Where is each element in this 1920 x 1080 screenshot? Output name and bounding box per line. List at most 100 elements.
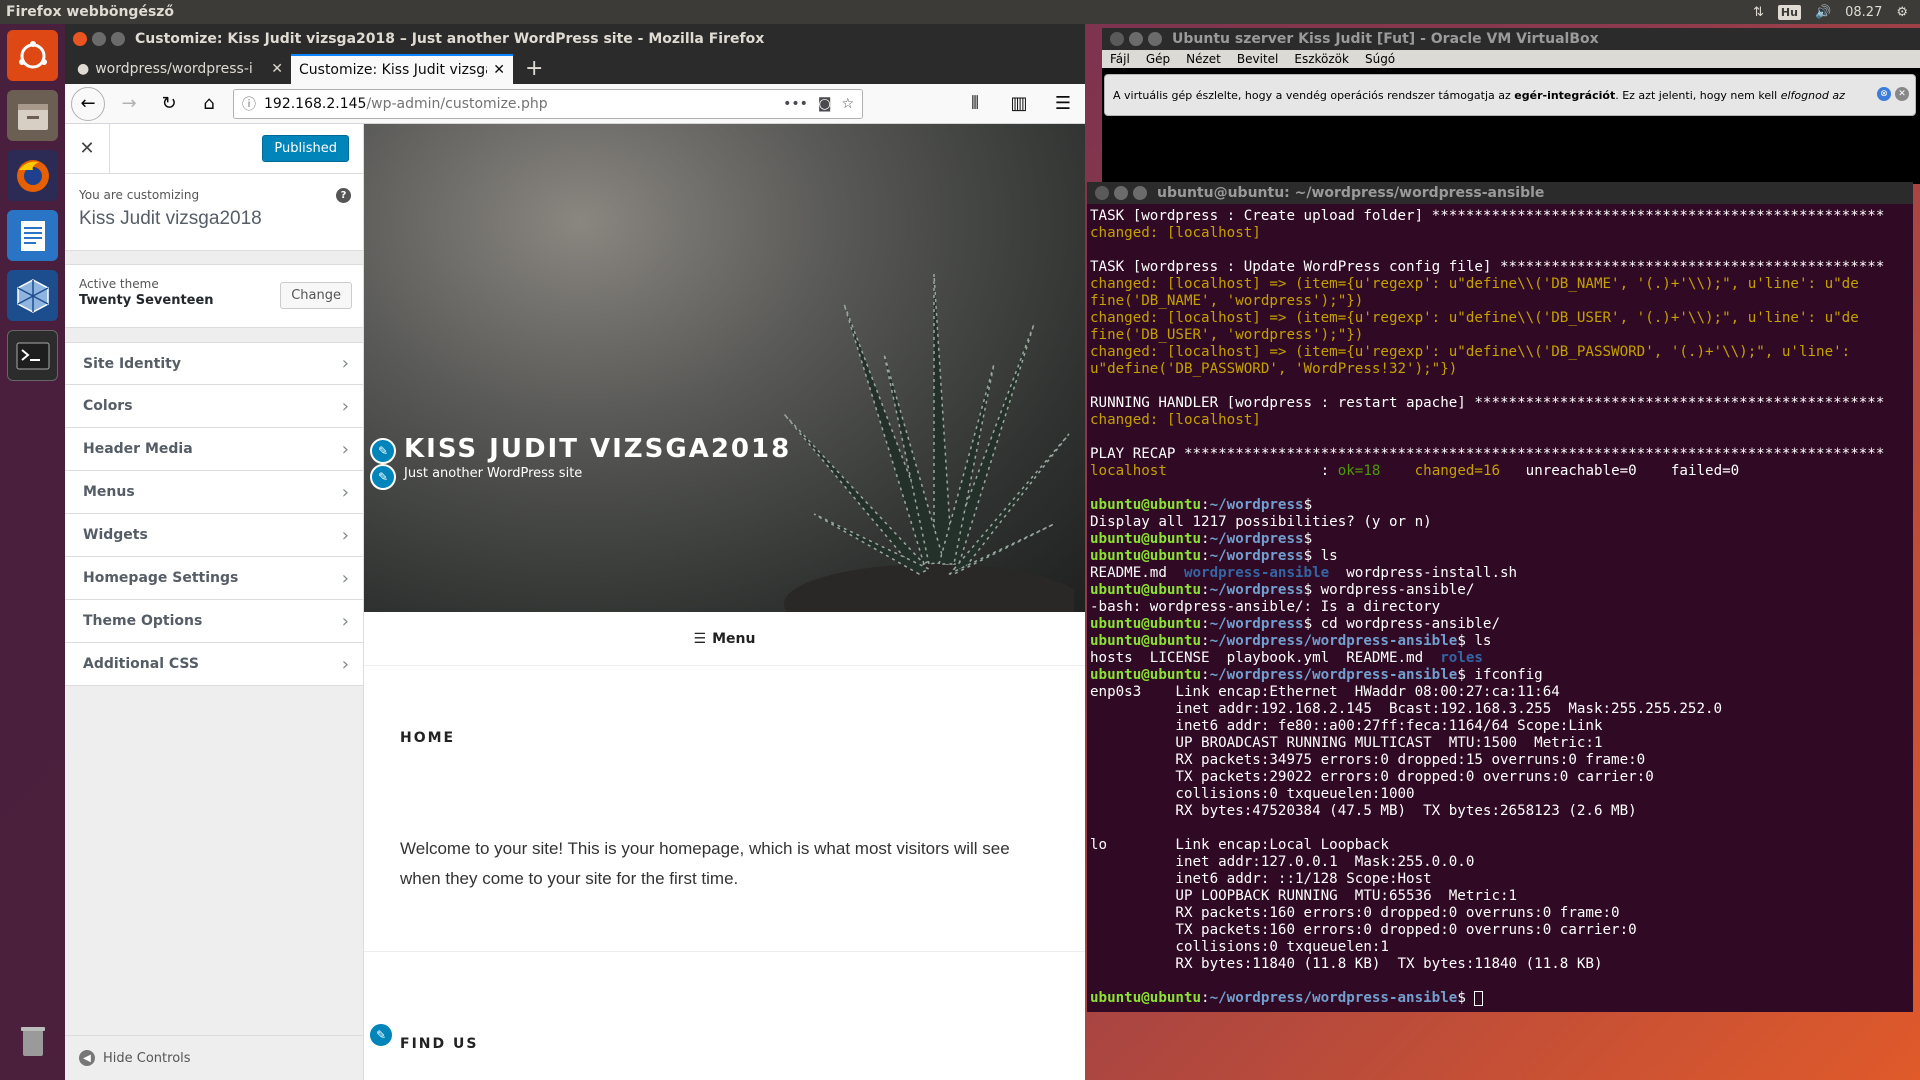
menu-machine[interactable]: Gép: [1146, 52, 1170, 66]
notice-close-icon[interactable]: ✕: [1895, 87, 1909, 101]
close-window-button[interactable]: [1110, 32, 1124, 46]
terminal-line: RX packets:34975 errors:0 dropped:15 ove…: [1090, 752, 1910, 769]
tab-github[interactable]: ● wordpress/wordpress-i ✕: [69, 54, 291, 84]
terminal-line: RX packets:160 errors:0 dropped:0 overru…: [1090, 905, 1910, 922]
close-tab-icon[interactable]: ✕: [493, 62, 505, 78]
terminal-line: u"define('DB_PASSWORD', 'WordPress!32');…: [1090, 361, 1910, 378]
terminal-line: RX bytes:11840 (11.8 KB) TX bytes:11840 …: [1090, 956, 1910, 973]
trash-icon[interactable]: [7, 1014, 58, 1065]
active-theme-panel: Active theme Twenty Seventeen Change: [65, 264, 363, 328]
firefox-titlebar[interactable]: Customize: Kiss Judit vizsga2018 – Just …: [65, 24, 1085, 54]
files-icon[interactable]: [7, 90, 58, 141]
section-label: Colors: [83, 398, 133, 414]
menu-toggle[interactable]: ☰ Menu: [364, 612, 1085, 666]
url-bar[interactable]: ⓘ 192.168.2.145/wp-admin/customize.php •…: [233, 88, 863, 119]
firefox-icon[interactable]: [7, 150, 58, 201]
ubuntu-dash-icon[interactable]: [7, 30, 58, 81]
close-customizer-icon[interactable]: ✕: [65, 123, 110, 174]
window-title: ubuntu@ubuntu: ~/wordpress/wordpress-ans…: [1157, 185, 1545, 201]
minimize-window-button[interactable]: [1129, 32, 1143, 46]
keyboard-layout-indicator[interactable]: Hu: [1777, 4, 1801, 20]
terminal-text: $: [1303, 531, 1313, 547]
home-title: HOME: [400, 730, 456, 746]
section-homepage-settings[interactable]: Homepage Settings ›: [65, 557, 363, 600]
chevron-right-icon: ›: [341, 438, 349, 460]
chevron-right-icon: ›: [341, 567, 349, 589]
edit-title-pencil-icon[interactable]: ✎: [370, 438, 396, 464]
terminal-icon[interactable]: [7, 330, 58, 381]
terminal-text: changed=16: [1414, 463, 1501, 479]
terminal-text: :: [1166, 463, 1338, 479]
section-colors[interactable]: Colors ›: [65, 385, 363, 428]
close-window-button[interactable]: [1095, 186, 1109, 200]
maximize-window-button[interactable]: [1133, 186, 1147, 200]
close-tab-icon[interactable]: ✕: [271, 61, 283, 77]
minimize-window-button[interactable]: [1114, 186, 1128, 200]
bookmark-star-icon[interactable]: ☆: [841, 96, 854, 112]
terminal-line: lo Link encap:Local Loopback: [1090, 837, 1910, 854]
home-text: Welcome to your site! This is your homep…: [400, 839, 1010, 888]
edit-section-pencil-icon[interactable]: ✎: [368, 1022, 394, 1048]
menu-devices[interactable]: Eszközök: [1294, 52, 1349, 66]
terminal-text: $: [1457, 990, 1475, 1006]
menu-file[interactable]: Fájl: [1110, 52, 1130, 66]
gear-icon[interactable]: ⚙: [1896, 5, 1908, 20]
chevron-right-icon: ›: [341, 395, 349, 417]
section-header-media[interactable]: Header Media ›: [65, 428, 363, 471]
terminal-text: u"define('DB_PASSWORD', 'WordPress!32');…: [1090, 361, 1458, 377]
help-icon[interactable]: ?: [336, 188, 351, 203]
published-button[interactable]: Published: [262, 135, 349, 162]
volume-icon[interactable]: 🔊: [1815, 5, 1831, 20]
terminal-text: README.md: [1090, 565, 1184, 581]
new-tab-button[interactable]: +: [513, 54, 555, 84]
section-additional-css[interactable]: Additional CSS ›: [65, 643, 363, 686]
sidebar-icon[interactable]: ▥: [1003, 88, 1035, 120]
clock[interactable]: 08.27: [1845, 5, 1882, 20]
menu-help[interactable]: Súgó: [1365, 52, 1395, 66]
writer-icon[interactable]: [7, 210, 58, 261]
section-menus[interactable]: Menus ›: [65, 471, 363, 514]
terminal-line: ubuntu@ubuntu:~/wordpress/wordpress-ansi…: [1090, 667, 1910, 684]
site-title[interactable]: KISS JUDIT VIZSGA2018: [404, 434, 791, 464]
minimize-window-button[interactable]: [92, 32, 106, 46]
pocket-icon[interactable]: ◙: [818, 96, 832, 112]
menu-input[interactable]: Bevitel: [1237, 52, 1278, 66]
maximize-window-button[interactable]: [1148, 32, 1162, 46]
terminal-titlebar[interactable]: ubuntu@ubuntu: ~/wordpress/wordpress-ans…: [1087, 182, 1913, 204]
tab-customize[interactable]: Customize: Kiss Judit vizsga ✕: [291, 54, 513, 84]
back-button[interactable]: ←: [71, 86, 105, 121]
virtualbox-titlebar[interactable]: Ubuntu szerver Kiss Judit [Fut] - Oracle…: [1102, 28, 1920, 50]
menu-view[interactable]: Nézet: [1186, 52, 1221, 66]
section-site-identity[interactable]: Site Identity ›: [65, 342, 363, 385]
terminal-text: $ ifconfig: [1457, 667, 1543, 683]
notice-info-icon[interactable]: ⊗: [1877, 87, 1891, 101]
terminal-line: ubuntu@ubuntu:~/wordpress/wordpress-ansi…: [1090, 633, 1910, 650]
section-widgets[interactable]: Widgets ›: [65, 514, 363, 557]
hamburger-menu-icon[interactable]: ☰: [1047, 88, 1079, 120]
edit-tagline-pencil-icon[interactable]: ✎: [370, 464, 396, 490]
section-label: Widgets: [83, 527, 148, 543]
terminal-text: fine('DB_NAME', 'wordpress');"}): [1090, 293, 1364, 309]
library-icon[interactable]: ⫴: [959, 88, 991, 120]
close-window-button[interactable]: [73, 32, 87, 46]
virtualbox-icon[interactable]: [7, 270, 58, 321]
maximize-window-button[interactable]: [111, 32, 125, 46]
info-icon[interactable]: ⓘ: [242, 94, 256, 114]
section-label: Theme Options: [83, 613, 203, 629]
terminal-window: ubuntu@ubuntu: ~/wordpress/wordpress-ans…: [1087, 182, 1913, 1012]
url-host: 192.168.2.145: [264, 95, 367, 112]
forward-button[interactable]: →: [113, 88, 145, 120]
network-icon[interactable]: ⇅: [1753, 5, 1764, 20]
page-actions-icon[interactable]: •••: [783, 96, 808, 112]
hide-controls-button[interactable]: ◀ Hide Controls: [65, 1035, 364, 1080]
change-theme-button[interactable]: Change: [280, 282, 352, 309]
home-button[interactable]: ⌂: [193, 88, 225, 120]
terminal-output[interactable]: TASK [wordpress : Create upload folder] …: [1087, 204, 1913, 1011]
terminal-line: RX bytes:47520384 (47.5 MB) TX bytes:265…: [1090, 803, 1910, 820]
terminal-text: $: [1303, 497, 1313, 513]
reload-button[interactable]: ↻: [153, 88, 185, 120]
section-theme-options[interactable]: Theme Options ›: [65, 600, 363, 643]
section-label: Header Media: [83, 441, 193, 457]
terminal-line: TASK [wordpress : Update WordPress confi…: [1090, 259, 1910, 276]
